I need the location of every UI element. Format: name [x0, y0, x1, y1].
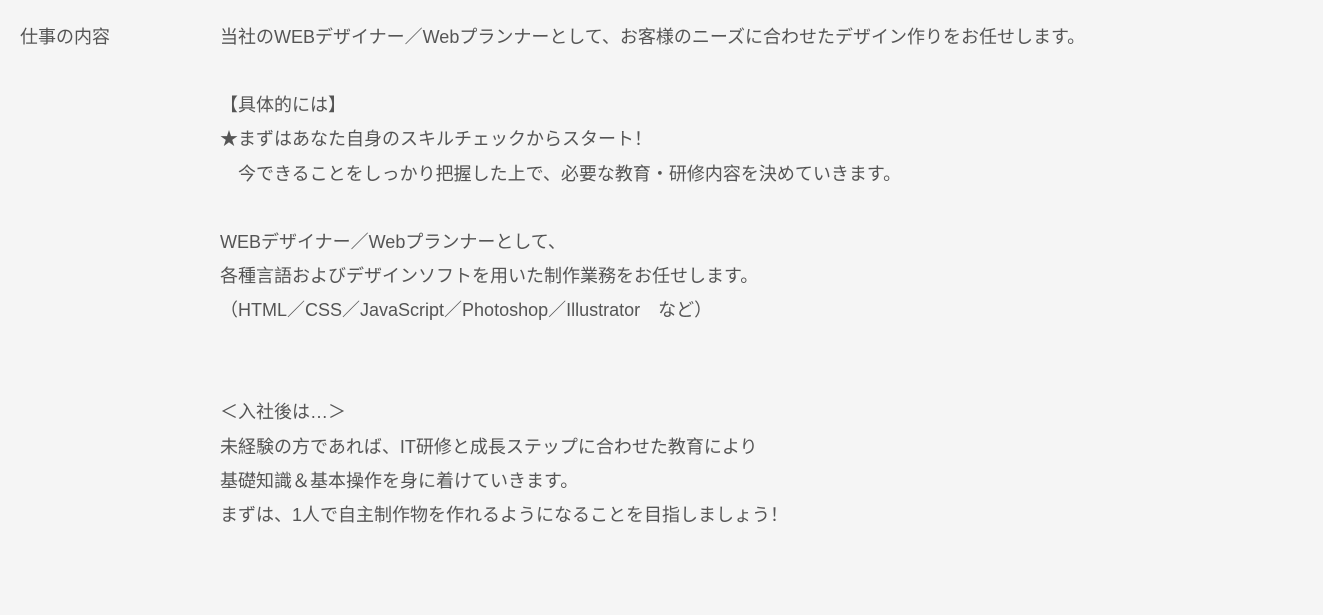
text-line: 今できることをしっかり把握した上で、必要な教育・研修内容を決めていきます。 [220, 157, 1303, 191]
paragraph: 【具体的には】 ★まずはあなた自身のスキルチェックからスタート！ 今できることを… [220, 88, 1303, 191]
text-line: ＜入社後は…＞ [220, 395, 1303, 429]
section-label: 仕事の内容 [20, 20, 220, 532]
text-line: 当社のWEBデザイナー／Webプランナーとして、お客様のニーズに合わせたデザイン… [220, 20, 1303, 54]
paragraph: WEBデザイナー／Webプランナーとして、 各種言語およびデザインソフトを用いた… [220, 225, 1303, 328]
section-content: 当社のWEBデザイナー／Webプランナーとして、お客様のニーズに合わせたデザイン… [220, 20, 1303, 532]
paragraph: 当社のWEBデザイナー／Webプランナーとして、お客様のニーズに合わせたデザイン… [220, 20, 1303, 54]
paragraph: ＜入社後は…＞ 未経験の方であれば、IT研修と成長ステップに合わせた教育により … [220, 395, 1303, 532]
text-line: ★まずはあなた自身のスキルチェックからスタート！ [220, 122, 1303, 156]
text-line: まずは、1人で自主制作物を作れるようになることを目指しましょう！ [220, 498, 1303, 532]
text-line: 未経験の方であれば、IT研修と成長ステップに合わせた教育により [220, 430, 1303, 464]
text-line: 各種言語およびデザインソフトを用いた制作業務をお任せします。 [220, 259, 1303, 293]
text-line: WEBデザイナー／Webプランナーとして、 [220, 225, 1303, 259]
text-line: 基礎知識＆基本操作を身に着けていきます。 [220, 464, 1303, 498]
text-line: （HTML／CSS／JavaScript／Photoshop／Illustrat… [220, 293, 1303, 327]
job-description-section: 仕事の内容 当社のWEBデザイナー／Webプランナーとして、お客様のニーズに合わ… [20, 20, 1303, 532]
text-line: 【具体的には】 [220, 88, 1303, 122]
